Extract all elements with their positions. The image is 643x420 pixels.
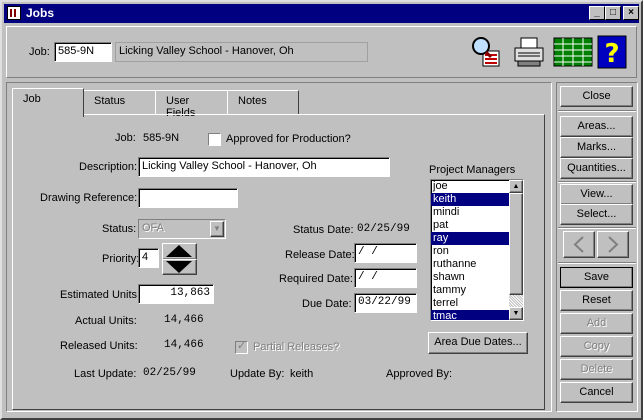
copy-button[interactable]: Copy	[560, 336, 633, 357]
help-icon[interactable]: ?	[597, 35, 627, 69]
tab-notes[interactable]: Notes	[227, 90, 299, 114]
chevron-down-icon[interactable]: ▼	[210, 221, 224, 237]
priority-up-button[interactable]	[162, 243, 197, 260]
svg-text:?: ?	[604, 39, 619, 69]
list-item[interactable]: keith	[431, 193, 509, 206]
status-date-label: Status Date:	[293, 224, 354, 236]
header-job-name: Licking Valley School - Hanover, Oh	[115, 42, 368, 62]
approved-label: Approved for Production?	[226, 133, 351, 145]
scroll-up-icon[interactable]: ▲	[509, 180, 523, 193]
project-managers-label: Project Managers	[429, 164, 516, 176]
release-date-label: Release Date:	[285, 249, 355, 261]
status-value: OFA	[142, 222, 165, 234]
area-due-dates-button[interactable]: Area Due Dates...	[428, 332, 528, 354]
last-update-label: Last Update:	[74, 368, 137, 380]
priority-input[interactable]: 4	[138, 248, 159, 268]
tab-status-label: Status	[94, 95, 126, 107]
quantities-button[interactable]: Quantities...	[560, 158, 633, 179]
released-units-label: Released Units:	[60, 340, 138, 352]
actual-units-value: 14,466	[164, 314, 204, 326]
magnifier-report-icon[interactable]	[469, 35, 503, 69]
drawing-reference-label: Drawing Reference:	[40, 192, 138, 204]
chevron-right-icon	[608, 236, 619, 253]
select-button[interactable]: Select...	[560, 204, 633, 225]
close-button[interactable]: Close	[560, 86, 633, 107]
update-by-value: keith	[290, 368, 314, 380]
window-title: Jobs	[26, 6, 55, 20]
view-button[interactable]: View...	[560, 184, 633, 205]
header-job-number-input[interactable]: 585-9N	[54, 42, 112, 62]
scroll-thumb[interactable]	[509, 193, 523, 295]
jobs-window: Jobs _ □ × Job: 585-9N Licking Valley Sc…	[0, 0, 643, 420]
next-record-button[interactable]	[597, 231, 629, 258]
delete-button[interactable]: Delete	[560, 359, 633, 380]
app-icon	[7, 6, 21, 20]
release-date-input[interactable]: / /	[354, 243, 417, 263]
list-item[interactable]: ray	[431, 232, 509, 245]
spreadsheet-icon[interactable]	[553, 35, 593, 69]
marks-button[interactable]: Marks...	[560, 137, 633, 158]
tab-job-label: Job	[23, 93, 41, 105]
list-item[interactable]: tmac	[431, 310, 509, 320]
estimated-units-label: Estimated Units:	[60, 289, 141, 301]
save-button[interactable]: Save	[560, 267, 633, 288]
status-label: Status:	[102, 223, 137, 235]
list-item[interactable]: tammy	[431, 284, 509, 297]
divider	[558, 110, 636, 112]
divider	[558, 262, 636, 264]
divider	[558, 181, 636, 183]
cancel-button[interactable]: Cancel	[560, 382, 633, 403]
tab-job[interactable]: Job	[12, 88, 84, 117]
project-managers-list[interactable]: joe keith mindi pat ray ron ruthanne shawn tammy…	[430, 179, 524, 321]
approved-checkbox[interactable]	[208, 133, 221, 146]
required-date-input[interactable]: / /	[354, 268, 417, 288]
list-scrollbar[interactable]: ▲ ▼	[509, 180, 523, 320]
minimize-button[interactable]: _	[589, 6, 605, 20]
estimated-units-input[interactable]: 13,863	[138, 284, 214, 304]
divider	[558, 227, 636, 229]
list-item[interactable]: shawn	[431, 271, 509, 284]
tab-status[interactable]: Status	[83, 90, 156, 114]
add-button[interactable]: Add	[560, 313, 633, 334]
list-item[interactable]: pat	[431, 219, 509, 232]
previous-record-button[interactable]	[563, 231, 595, 258]
scroll-down-icon[interactable]: ▼	[509, 307, 523, 320]
description-label: Description:	[79, 161, 138, 173]
list-item[interactable]: terrel	[431, 297, 509, 310]
list-item[interactable]: mindi	[431, 206, 509, 219]
update-by-label: Update By:	[230, 368, 285, 380]
approved-by-label: Approved By:	[386, 368, 453, 380]
areas-button[interactable]: Areas...	[560, 116, 633, 137]
maximize-button[interactable]: □	[605, 6, 621, 20]
list-item[interactable]: ron	[431, 245, 509, 258]
job-label: Job:	[115, 132, 136, 144]
tab-notes-label: Notes	[238, 95, 267, 107]
description-input[interactable]: Licking Valley School - Hanover, Oh	[138, 157, 390, 177]
arrow-down-icon	[166, 261, 192, 273]
priority-label: Priority:	[102, 253, 140, 265]
partial-releases-checkbox[interactable]	[235, 339, 248, 354]
title-bar: Jobs _ □ ×	[4, 4, 639, 23]
reset-button[interactable]: Reset	[560, 290, 633, 311]
printer-icon[interactable]	[512, 35, 546, 69]
priority-down-button[interactable]	[162, 259, 197, 275]
due-date-label: Due Date:	[302, 298, 352, 310]
status-date-value: 02/25/99	[357, 223, 410, 235]
last-update-value: 02/25/99	[143, 367, 196, 379]
list-item[interactable]: joe	[431, 180, 509, 193]
released-units-value: 14,466	[164, 339, 204, 351]
list-item[interactable]: ruthanne	[431, 258, 509, 271]
chevron-left-icon	[573, 236, 584, 253]
close-window-button[interactable]: ×	[623, 6, 639, 20]
partial-releases-label: Partial Releases?	[253, 341, 340, 353]
actual-units-label: Actual Units:	[75, 315, 137, 327]
due-date-input[interactable]: 03/22/99	[354, 293, 417, 313]
job-value: 585-9N	[143, 132, 180, 144]
required-date-label: Required Date:	[279, 273, 353, 285]
arrow-up-icon	[166, 245, 192, 257]
header-job-label: Job:	[29, 46, 50, 58]
drawing-reference-input[interactable]	[138, 188, 238, 208]
tab-user-fields[interactable]: User Fields	[155, 90, 228, 119]
